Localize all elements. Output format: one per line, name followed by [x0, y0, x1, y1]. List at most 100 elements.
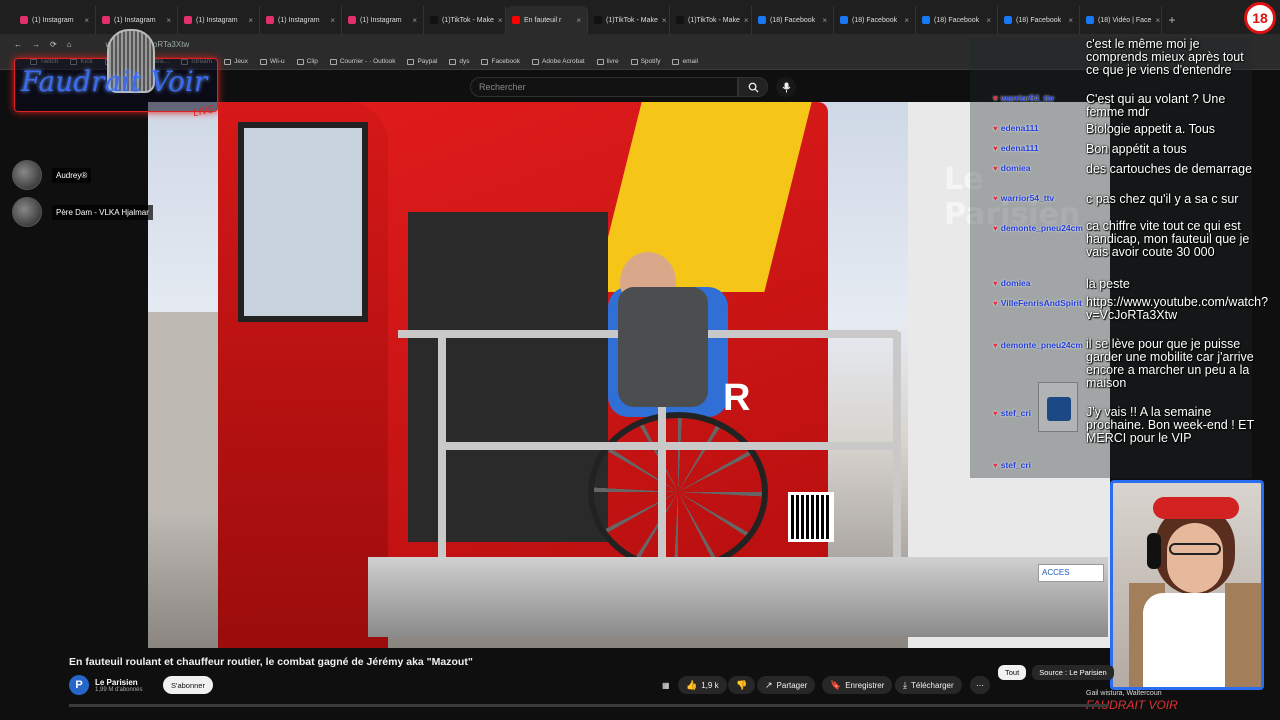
- chat-message: c'est le même moi je comprends mieux apr…: [1086, 37, 1244, 77]
- browser-tab[interactable]: (1)TikTok - Make ×: [424, 6, 506, 34]
- download-button[interactable]: ⤓ Télécharger: [895, 676, 962, 694]
- railing-post-right: [893, 332, 901, 562]
- channel-avatar[interactable]: P: [69, 675, 89, 695]
- folder-icon: [259, 58, 267, 65]
- tab-close-icon[interactable]: ×: [576, 16, 581, 25]
- tab-close-icon[interactable]: ×: [330, 16, 335, 25]
- heart-badge-icon: ♥: [993, 123, 998, 133]
- browser-tab[interactable]: (1)TikTok - Make ×: [588, 6, 670, 34]
- chat-username[interactable]: ♥ demonte_pneu24cm: [970, 223, 1083, 233]
- tab-close-icon[interactable]: ×: [1068, 16, 1073, 25]
- chat-username[interactable]: ♥ stef_cri: [970, 460, 1031, 470]
- browser-tab[interactable]: En fauteuil r ×: [506, 6, 588, 34]
- chat-user-name: stef_cri: [1000, 460, 1031, 470]
- bookmark-item[interactable]: Paypal: [407, 58, 437, 65]
- tab-label: (18) Facebook: [852, 16, 898, 24]
- channel-info[interactable]: P Le Parisien 1,99 M d'abonnés: [69, 675, 143, 695]
- railing-mid: [438, 442, 898, 450]
- tab-label: (1)TikTok - Make: [688, 16, 740, 24]
- heart-badge-icon: ♥: [993, 163, 998, 173]
- home-icon[interactable]: ⌂: [67, 40, 72, 49]
- tab-close-icon[interactable]: ×: [986, 16, 991, 25]
- share-button[interactable]: ↗ Partager: [757, 676, 816, 694]
- tab-close-icon[interactable]: ×: [166, 16, 171, 25]
- chat-username[interactable]: ♥ VilleFenrisAndSpirit: [970, 298, 1082, 308]
- chip-all[interactable]: Tout: [998, 665, 1027, 680]
- bookmark-item[interactable]: Jeux: [224, 58, 248, 65]
- browser-tab[interactable]: (1) Instagram ×: [342, 6, 424, 34]
- chat-username[interactable]: ♥ edena111: [970, 123, 1039, 133]
- subscribe-button[interactable]: S'abonner: [163, 676, 213, 694]
- chat-username[interactable]: ♥ edena111: [970, 143, 1039, 153]
- chat-username[interactable]: ♥ warrior54_ttv: [970, 93, 1054, 103]
- bookmark-item[interactable]: Wii-u: [259, 58, 285, 65]
- search-button[interactable]: [738, 77, 768, 97]
- bookmark-item[interactable]: email: [672, 58, 698, 65]
- browser-tab[interactable]: (1) Instagram ×: [14, 6, 96, 34]
- ticker: Gail wistura, Waltercoun FAUDRAIT VOIR: [1086, 690, 1280, 720]
- heart-badge-icon: ♥: [993, 278, 998, 288]
- bookmark-label: Jeux: [234, 58, 248, 65]
- tab-close-icon[interactable]: ×: [1155, 16, 1160, 25]
- bookmark-label: dys: [459, 58, 470, 65]
- save-button[interactable]: 🔖 Enregistrer: [822, 676, 893, 694]
- tab-favicon-icon: [512, 16, 520, 24]
- bookmark-item[interactable]: dys: [449, 58, 469, 65]
- chat-username[interactable]: ♥ warrior54_ttv: [970, 193, 1054, 203]
- channel-name[interactable]: Le Parisien: [95, 678, 143, 687]
- tab-close-icon[interactable]: ×: [248, 16, 253, 25]
- reload-icon[interactable]: ⟳: [50, 40, 57, 49]
- bookmark-item[interactable]: Spotify: [630, 58, 660, 65]
- tab-close-icon[interactable]: ×: [822, 16, 827, 25]
- like-button[interactable]: 👍 1,9 k: [678, 676, 727, 694]
- tab-close-icon[interactable]: ×: [744, 16, 749, 25]
- tab-label: (18) Facebook: [770, 16, 816, 24]
- browser-tab[interactable]: (1) Instagram ×: [178, 6, 260, 34]
- chat-user-name: demonte_pneu24cm: [1000, 340, 1083, 350]
- browser-tab[interactable]: (1) Instagram ×: [260, 6, 342, 34]
- headphones-icon: [1147, 533, 1161, 569]
- bookmark-item[interactable]: livre: [596, 58, 619, 65]
- bookmark-item[interactable]: Clip: [296, 58, 318, 65]
- new-tab-button[interactable]: +: [1162, 6, 1182, 34]
- browser-tab[interactable]: (18) Facebook ×: [834, 6, 916, 34]
- bookmark-label: Courrier - · Outlook: [339, 58, 396, 65]
- grid-icon[interactable]: ▦: [662, 676, 670, 694]
- browser-tab[interactable]: (18) Facebook ×: [998, 6, 1080, 34]
- search-input[interactable]: Rechercher: [470, 77, 738, 97]
- chip-source[interactable]: Source : Le Parisien: [1032, 665, 1114, 680]
- bookmark-item[interactable]: Facebook: [481, 58, 520, 65]
- door-window: [238, 122, 368, 322]
- bookmark-item[interactable]: Courrier - · Outlook: [329, 58, 396, 65]
- folder-icon: [672, 58, 680, 65]
- qr-code: [788, 492, 834, 542]
- browser-tab[interactable]: (1)TikTok - Make ×: [670, 6, 752, 34]
- browser-tab[interactable]: (18) Facebook ×: [916, 6, 998, 34]
- more-actions-button[interactable]: ⋯: [970, 676, 990, 694]
- browser-tab[interactable]: (18) Facebook ×: [752, 6, 834, 34]
- tab-close-icon[interactable]: ×: [84, 16, 89, 25]
- dislike-button[interactable]: 👎: [728, 676, 756, 694]
- chat-username[interactable]: ♥ domiea: [970, 163, 1031, 173]
- bookmark-item[interactable]: Adobe Acrobat: [532, 58, 585, 65]
- tab-label: (1) Instagram: [278, 16, 320, 24]
- browser-tab[interactable]: (18) Vidéo | Face ×: [1080, 6, 1162, 34]
- video-player[interactable]: Le Parisien R ACCES: [148, 102, 1110, 648]
- chat-user-name: domiea: [1000, 163, 1031, 173]
- back-icon[interactable]: ←: [14, 40, 22, 49]
- tab-label: (1) Instagram: [196, 16, 238, 24]
- tab-favicon-icon: [430, 16, 438, 24]
- thumbs-down-icon: 👎: [736, 679, 748, 690]
- download-icon: ⤓: [903, 679, 907, 690]
- tab-close-icon[interactable]: ×: [662, 16, 667, 25]
- tab-close-icon[interactable]: ×: [904, 16, 909, 25]
- voice-search-button[interactable]: [776, 77, 796, 97]
- chat-username[interactable]: ♥ demonte_pneu24cm: [970, 340, 1083, 350]
- tab-close-icon[interactable]: ×: [412, 16, 417, 25]
- forward-icon[interactable]: →: [32, 40, 40, 49]
- chat-username[interactable]: ♥ stef_cri: [970, 408, 1031, 418]
- chat-username[interactable]: ♥ domiea: [970, 278, 1031, 288]
- folder-icon: [449, 58, 457, 65]
- tab-label: (1)TikTok - Make: [442, 16, 494, 24]
- tab-close-icon[interactable]: ×: [498, 16, 503, 25]
